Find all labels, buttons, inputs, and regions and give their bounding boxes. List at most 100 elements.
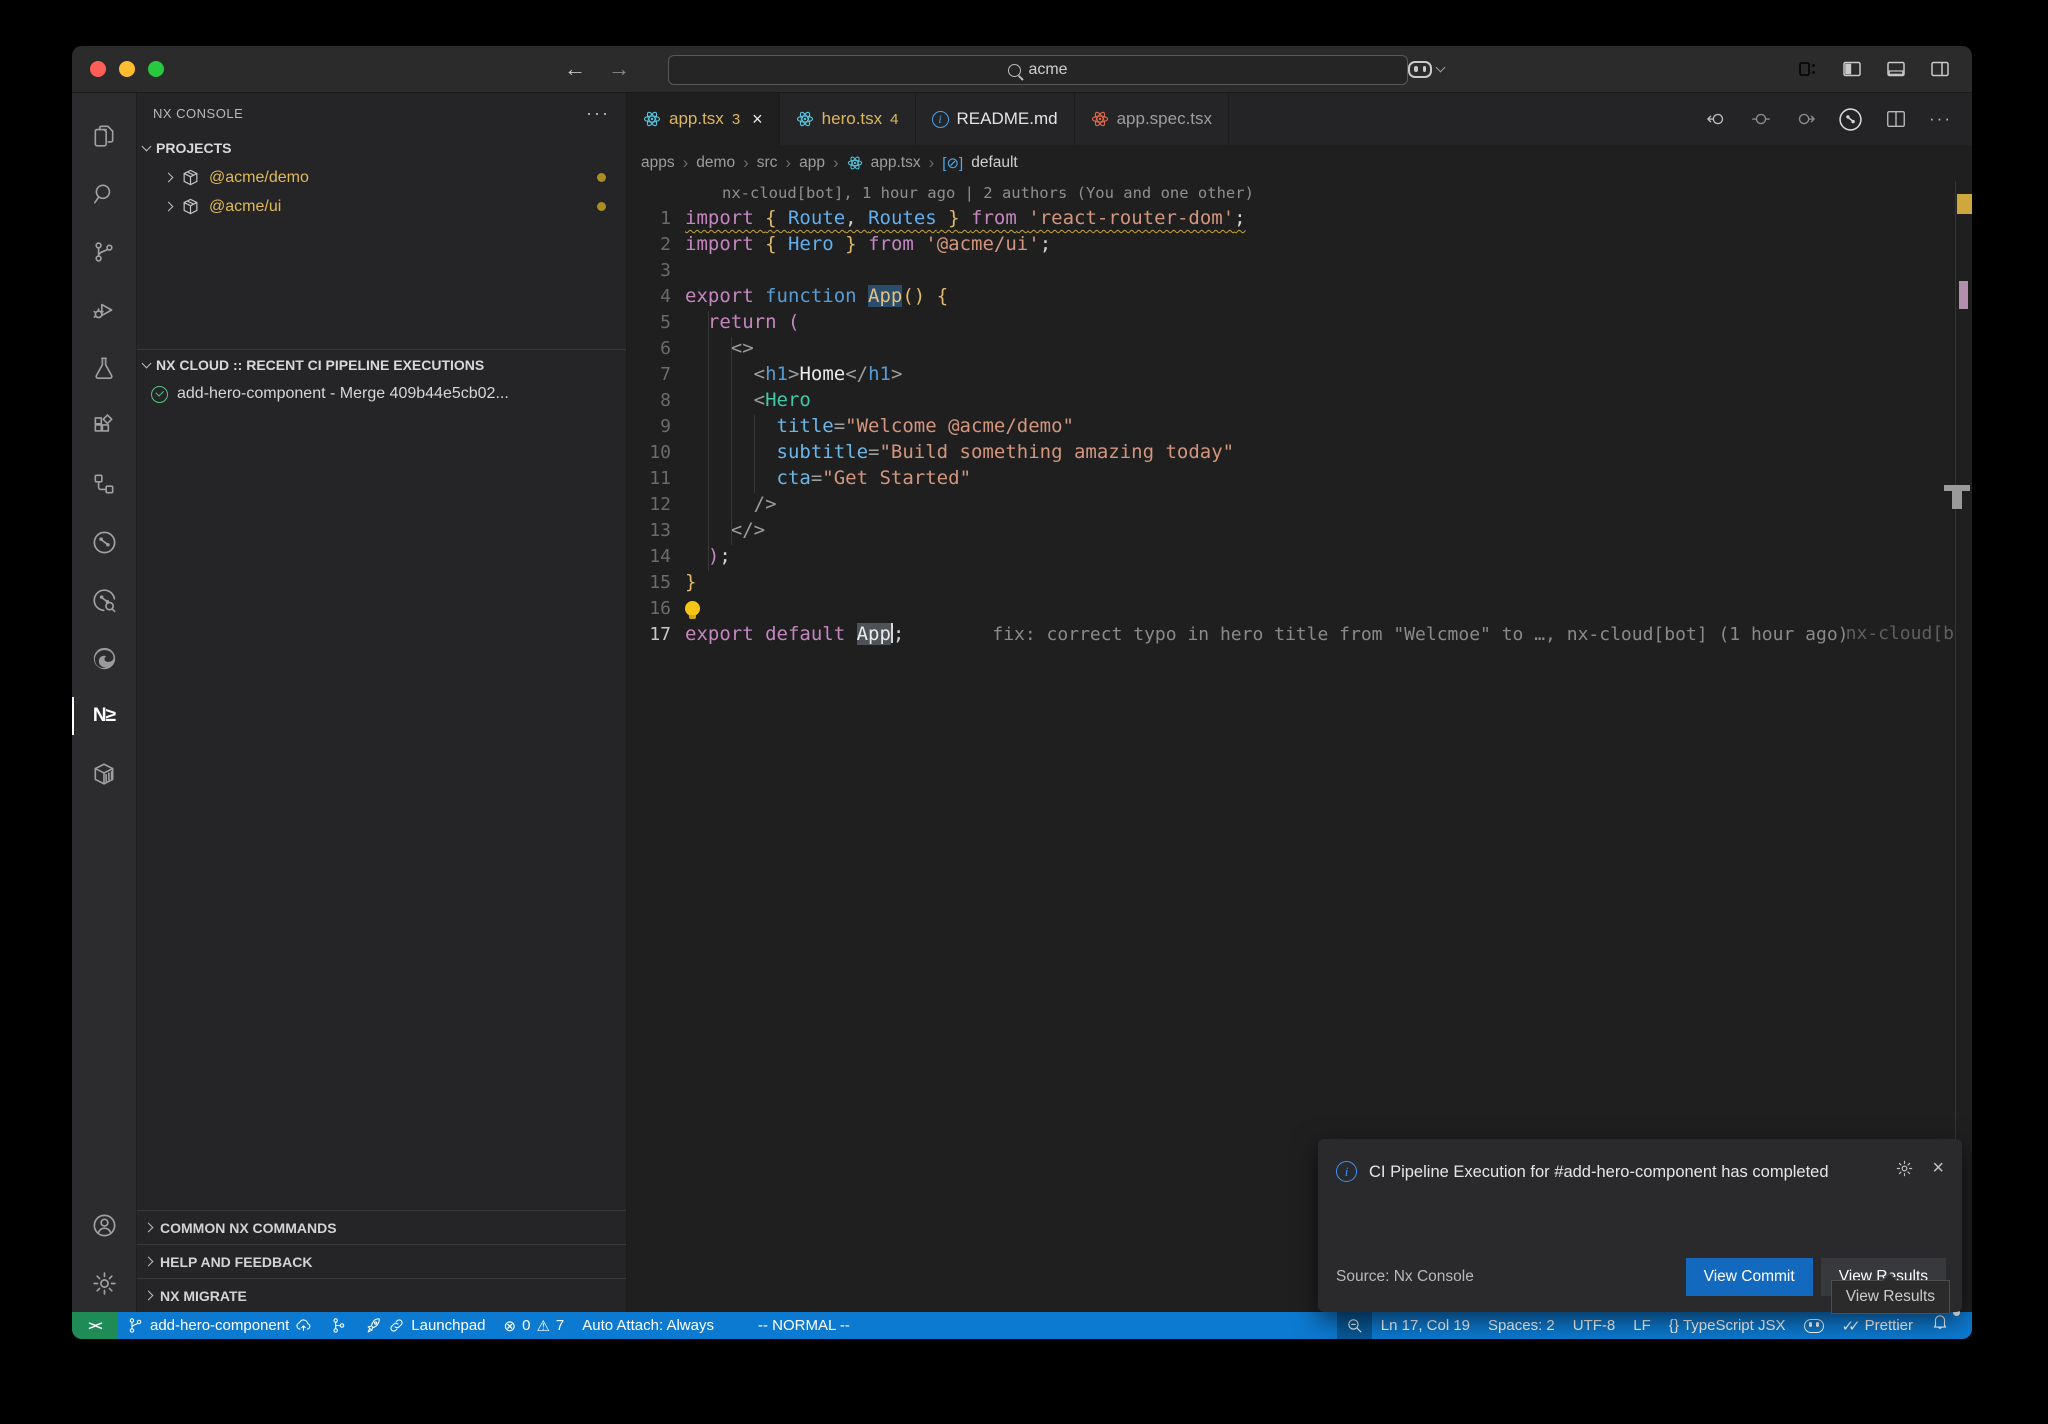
code-line-2[interactable]: 2import { Hero } from '@acme/ui'; (627, 231, 1972, 257)
code-line-15[interactable]: 15} (627, 569, 1972, 595)
tab-app-spec-tsx[interactable]: app.spec.tsx (1075, 93, 1229, 145)
nx-console-icon[interactable]: N≥ (72, 687, 137, 745)
remote-indicator[interactable]: >< (72, 1312, 118, 1339)
breadcrumb-item[interactable]: app (799, 154, 825, 172)
line-number: 15 (627, 570, 671, 596)
tab-hero-tsx[interactable]: hero.tsx 4 (780, 93, 916, 145)
run-debug-icon[interactable] (72, 281, 137, 339)
references-icon[interactable] (72, 455, 137, 513)
tab-app-tsx[interactable]: app.tsx 3 × (627, 93, 780, 145)
code-line-11[interactable]: 11 cta="Get Started" (627, 465, 1972, 491)
pipeline-execution-item[interactable]: add-hero-component - Merge 409b44e5cb02.… (137, 379, 626, 409)
projects-section-header[interactable]: PROJECTS (137, 133, 626, 163)
indent-guide (754, 415, 755, 493)
auto-attach-status[interactable]: Auto Attach: Always (573, 1312, 723, 1339)
zoom-out-status[interactable] (1337, 1312, 1372, 1339)
testing-icon[interactable] (72, 339, 137, 397)
section-help-and-feedback[interactable]: HELP AND FEEDBACK (137, 1244, 626, 1278)
breadcrumb-item[interactable]: default (971, 154, 1018, 172)
notification-settings-gear-icon[interactable] (1895, 1159, 1914, 1178)
code-line-17[interactable]: 17export default App;fix: correct typo i… (627, 621, 1972, 647)
explorer-icon[interactable] (72, 107, 137, 165)
nx-graph-circled-icon[interactable] (1838, 107, 1863, 132)
code-line-4[interactable]: 4export function App() { (627, 283, 1972, 309)
nav-back-circle-icon[interactable] (1706, 108, 1728, 130)
toggle-primary-sidebar-icon[interactable] (1842, 59, 1862, 79)
nx-graph-icon[interactable] (72, 513, 137, 571)
lightbulb-icon[interactable] (685, 601, 700, 616)
line-number: 16 (627, 596, 671, 622)
code-line-8[interactable]: 8 <Hero (627, 387, 1972, 413)
source-control-icon[interactable] (72, 223, 137, 281)
status-bar: >< add-hero-component Launchpad ⊗ 0 ⚠ 7 … (72, 1312, 1972, 1339)
nav-forward-circle-icon[interactable] (1794, 108, 1816, 130)
section-common-nx-commands[interactable]: COMMON NX COMMANDS (137, 1210, 626, 1244)
project-item-acme-demo[interactable]: @acme/demo (137, 163, 626, 192)
extensions-icon[interactable] (72, 397, 137, 455)
more-actions-icon[interactable]: ··· (1929, 109, 1952, 129)
history-back-icon[interactable]: ← (564, 56, 586, 82)
zoom-window-button[interactable] (148, 61, 164, 77)
breadcrumb-item[interactable]: src (757, 154, 778, 172)
problems-status[interactable]: ⊗ 0 ⚠ 7 (495, 1312, 574, 1339)
copilot-status[interactable] (1795, 1312, 1833, 1339)
code-line-16[interactable]: 16 (627, 595, 1972, 621)
code-line-5[interactable]: 5 return ( (627, 309, 1972, 335)
toggle-secondary-sidebar-icon[interactable] (1930, 59, 1950, 79)
notification-close-icon[interactable]: × (1932, 1159, 1944, 1178)
view-commit-button[interactable]: View Commit (1686, 1258, 1813, 1296)
command-center-search[interactable]: acme (668, 55, 1408, 85)
code-line-13[interactable]: 13 </> (627, 517, 1972, 543)
link-icon (388, 1317, 405, 1334)
toggle-panel-icon[interactable] (1886, 59, 1906, 79)
customize-layout-icon[interactable] (1798, 59, 1818, 79)
breadcrumb-item[interactable]: apps (641, 154, 675, 172)
settings-gear-icon[interactable] (72, 1254, 137, 1312)
accounts-icon[interactable] (72, 1196, 137, 1254)
edge-browser-icon[interactable] (72, 629, 137, 687)
containers-icon[interactable] (72, 745, 137, 803)
nx-cloud-section-header[interactable]: NX CLOUD :: RECENT CI PIPELINE EXECUTION… (137, 349, 626, 379)
line-number: 10 (627, 440, 671, 466)
cloud-upload-icon (295, 1317, 312, 1334)
close-window-button[interactable] (90, 61, 106, 77)
cursor-position-status[interactable]: Ln 17, Col 19 (1372, 1312, 1479, 1339)
split-editor-icon[interactable] (1885, 108, 1907, 130)
nav-circle-icon[interactable] (1750, 108, 1772, 130)
search-view-icon[interactable] (72, 165, 137, 223)
window-controls (90, 61, 164, 77)
indentation-status[interactable]: Spaces: 2 (1479, 1312, 1564, 1339)
language-mode-status[interactable]: { } TypeScript JSX (1660, 1312, 1795, 1339)
react-icon (1091, 110, 1109, 128)
encoding-status[interactable]: UTF-8 (1564, 1312, 1625, 1339)
code-line-3[interactable]: 3 (627, 257, 1972, 283)
git-blame-lens[interactable]: nx-cloud[bot], 1 hour ago | 2 authors (Y… (627, 181, 1972, 205)
launchpad-status[interactable]: Launchpad (356, 1312, 494, 1339)
search-icon (1008, 64, 1021, 77)
notifications-bell[interactable] (1922, 1312, 1958, 1339)
close-tab-icon[interactable]: × (752, 109, 763, 130)
git-graph-status[interactable] (321, 1312, 356, 1339)
copilot-menu[interactable] (1408, 61, 1444, 78)
code-line-7[interactable]: 7 <h1>Home</h1> (627, 361, 1972, 387)
nx-graph-search-icon[interactable] (72, 571, 137, 629)
prettier-status[interactable]: ✓✓ Prettier (1833, 1312, 1923, 1339)
breadcrumb-item[interactable]: demo (696, 154, 735, 172)
git-branch-status[interactable]: add-hero-component (118, 1312, 321, 1339)
sidebar-more-actions[interactable]: ··· (586, 103, 610, 124)
code-line-14[interactable]: 14 ); (627, 543, 1972, 569)
breadcrumb-item[interactable]: app.tsx (871, 154, 921, 172)
history-forward-icon[interactable]: → (608, 56, 630, 82)
code-line-10[interactable]: 10 subtitle="Build something amazing tod… (627, 439, 1972, 465)
warning-icon: ⚠ (536, 1317, 549, 1335)
code-line-1[interactable]: 1import { Route, Routes } from 'react-ro… (627, 205, 1972, 231)
line-number: 9 (627, 414, 671, 440)
project-item-acme-ui[interactable]: @acme/ui (137, 192, 626, 221)
tab-readme-md[interactable]: i README.md (916, 93, 1075, 145)
code-line-12[interactable]: 12 /> (627, 491, 1972, 517)
eol-status[interactable]: LF (1624, 1312, 1660, 1339)
minimize-window-button[interactable] (119, 61, 135, 77)
code-line-9[interactable]: 9 title="Welcome @acme/demo" (627, 413, 1972, 439)
code-line-6[interactable]: 6 <> (627, 335, 1972, 361)
section-nx-migrate[interactable]: NX MIGRATE (137, 1278, 626, 1312)
